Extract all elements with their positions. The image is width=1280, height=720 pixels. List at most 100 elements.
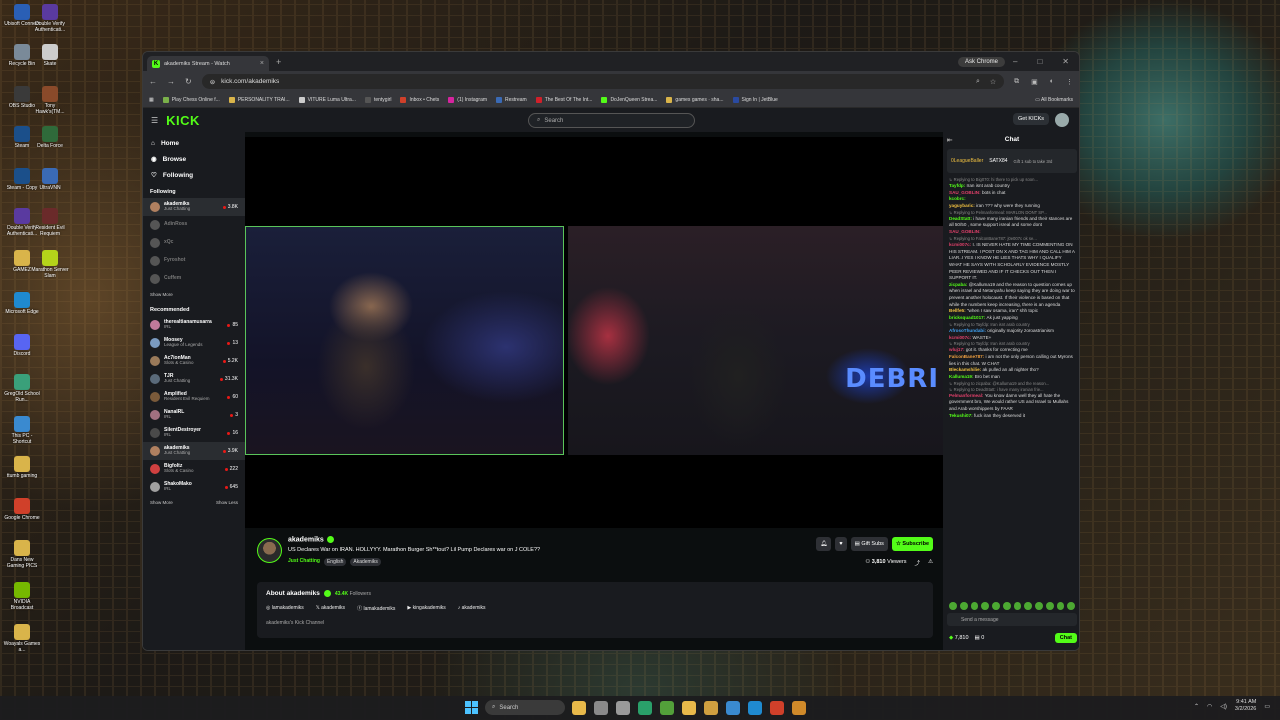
follow-heart-button[interactable]: ♥ [835, 537, 847, 551]
tray-chevron-icon[interactable]: ⌃ [1194, 703, 1199, 710]
sidebar-channel[interactable]: akademiks Just Chatting 3.8K [143, 198, 245, 216]
back-icon[interactable]: ← [149, 77, 157, 86]
sidebar-channel[interactable]: NanaIRL IRL 3 [143, 406, 245, 424]
emote-icon[interactable] [992, 602, 1000, 610]
emote-icon[interactable] [970, 602, 979, 610]
apps-icon[interactable]: ▦ [149, 97, 154, 103]
chrome-icon[interactable] [770, 700, 784, 715]
chat-username[interactable]: FalconBane787: [949, 354, 986, 359]
sidebar-channel[interactable]: Fyroshot [143, 252, 245, 270]
sidebar-nav-home[interactable]: ⌂ Home [143, 136, 245, 151]
video-player[interactable]: DEBRI [245, 137, 943, 528]
stream-tag[interactable]: Akademiks [350, 558, 381, 566]
emote-icon[interactable] [959, 602, 968, 610]
chat-username[interactable]: yaguybaric: [949, 203, 976, 208]
chat-username[interactable]: bricksquad1017: [949, 315, 987, 320]
channel-name[interactable]: akademiks [288, 536, 334, 543]
xbox-icon[interactable] [660, 700, 674, 715]
sidebar-channel[interactable]: Bigfoltz Slots & Casino 222 [143, 460, 245, 478]
chat-username[interactable]: kcobrc: [949, 196, 966, 201]
chat-username[interactable]: DeadStatt: [949, 216, 973, 221]
bookmark-star-icon[interactable]: ☆ [990, 78, 996, 86]
chat-username[interactable]: Pelmanformeal: [949, 393, 985, 398]
notify-bell-button[interactable]: 🔔︎ [816, 537, 832, 551]
desktop-icon[interactable]: GregOld School Run... [2, 374, 42, 404]
chat-username[interactable]: SAU_GOBLIN: [949, 190, 982, 195]
bookmark-item[interactable]: tentygirl [364, 96, 391, 103]
desktop-icon[interactable]: Google Chrome [2, 498, 42, 522]
zoom-icon[interactable]: ⌕ [976, 78, 980, 86]
chrome-2-icon[interactable] [792, 700, 806, 715]
terminal-icon[interactable] [638, 700, 652, 715]
chat-username[interactable]: Kalluma19: [949, 374, 975, 379]
all-bookmarks[interactable]: ▭ All Bookmarks [1035, 97, 1073, 103]
sidebar-channel[interactable]: Amplified Resident Evil Requiem 60 [143, 388, 245, 406]
bookmark-item[interactable]: (1) Instagram [448, 96, 487, 103]
browser-tab[interactable]: K akademiks Stream - Watch × [147, 56, 269, 71]
chat-username[interactable]: SAU_GOBLIN: [949, 229, 981, 234]
social-link[interactable]: 𝕏 akademiks [316, 605, 345, 612]
points[interactable]: ◆ 7,810 [949, 635, 969, 641]
sidebar-channel[interactable]: TJR Just Chatting 31.3K [143, 370, 245, 388]
emote-icon[interactable] [981, 602, 989, 610]
sidepanel-icon[interactable]: ▣ [1031, 78, 1038, 86]
forward-icon[interactable]: → [167, 77, 175, 86]
extensions-icon[interactable]: ⧉ [1014, 78, 1019, 86]
sidebar-channel[interactable]: Ac7ionMan Slots & Casino 5.2K [143, 352, 245, 370]
new-tab-button[interactable]: + [276, 57, 281, 67]
settings-icon[interactable] [616, 700, 630, 715]
emote-icon[interactable] [949, 602, 957, 610]
stream-tag[interactable]: English [323, 558, 347, 566]
hamburger-menu-icon[interactable]: ☰ [151, 116, 158, 125]
address-bar[interactable]: ⊜ kick.com/akademiks ⌕ ☆ [201, 74, 1005, 89]
ask-chrome-button[interactable]: Ask Chrome [957, 56, 1005, 67]
bookmark-item[interactable]: games games · sha... [666, 96, 724, 103]
check-icon[interactable] [726, 700, 740, 715]
emote-icon[interactable] [1013, 602, 1022, 610]
chat-username[interactable]: Bellfe5: [949, 308, 967, 313]
store-icon[interactable] [704, 700, 718, 715]
desktop-icon[interactable]: Tony Hawk's(TM... [30, 86, 70, 116]
close-tab-icon[interactable]: × [260, 60, 264, 67]
get-kicks-button[interactable]: Get KICKs [1013, 113, 1049, 125]
profile-icon[interactable]: ◐ [1050, 78, 1054, 86]
site-info-icon[interactable]: ⊜ [210, 78, 215, 86]
channel-avatar[interactable] [257, 538, 282, 563]
subscribe-button[interactable]: ☆ Subscribe [891, 537, 933, 551]
menu-icon[interactable]: ⋮ [1066, 78, 1073, 86]
notification-icon[interactable]: ▭ [1264, 703, 1270, 710]
show-less-recommended[interactable]: Show Less [216, 500, 238, 505]
file-explorer-icon[interactable] [572, 700, 586, 715]
sidebar-channel[interactable]: SilentDestroyer IRL 16 [143, 424, 245, 442]
clock[interactable]: 9:41 AM 3/2/2026 [1235, 699, 1256, 713]
maximize-icon[interactable]: □ [1037, 57, 1042, 66]
kick-logo[interactable]: KICK [166, 113, 200, 128]
desktop-icon[interactable]: Marathon Server Slam [30, 250, 70, 280]
bookmark-item[interactable]: DoJenQueen Strea... [601, 96, 657, 103]
emote-icon[interactable] [1056, 602, 1065, 610]
bookmark-item[interactable]: PERSONALITY TRAI... [228, 96, 290, 103]
chat-username[interactable]: Bleckamshilie: [949, 367, 982, 372]
social-link[interactable]: ▶ kingakademiks [407, 605, 445, 612]
start-button[interactable] [465, 701, 478, 714]
bookmark-item[interactable]: Restream [496, 96, 527, 103]
bookmark-item[interactable]: Inbox • Chets [400, 96, 439, 103]
chat-username[interactable]: Tayfdp: [949, 183, 967, 188]
emote-icon[interactable] [1035, 602, 1043, 610]
bookmark-item[interactable]: Sign In | JetBlue [732, 96, 778, 103]
close-window-icon[interactable]: ✕ [1062, 57, 1069, 66]
share-icon[interactable]: ⤴ [915, 559, 921, 567]
user-avatar[interactable] [1055, 113, 1069, 127]
chat-username[interactable]: wluj17: [949, 347, 966, 352]
taskbar-search[interactable]: ⌕ Search [485, 700, 565, 715]
folder-icon[interactable] [682, 700, 696, 715]
sidebar-channel[interactable]: xQc [143, 234, 245, 252]
sidebar-channel[interactable]: akademiks Just Chatting 3.9K [143, 442, 245, 460]
desktop-icon[interactable]: Woayals Games a... [2, 624, 42, 654]
sidebar-nav-following[interactable]: ♡ Following [143, 167, 245, 183]
bookmark-item[interactable]: The Best Of The Int... [535, 96, 592, 103]
chat-username[interactable]: zicpaba: [949, 282, 969, 287]
desktop-icon[interactable]: Double Verify Authenticati... [30, 4, 70, 34]
reload-icon[interactable]: ↻ [185, 77, 192, 86]
report-icon[interactable]: ⚠ [928, 559, 933, 567]
